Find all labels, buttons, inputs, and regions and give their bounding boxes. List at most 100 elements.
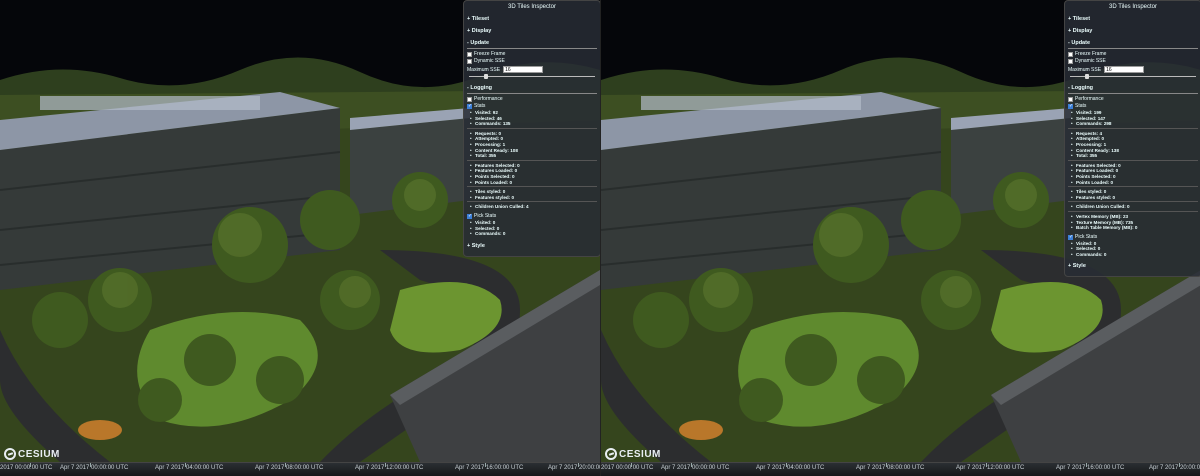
timeline-tick-mark bbox=[691, 463, 692, 467]
stat-item: Commands: 0 bbox=[1071, 252, 1198, 258]
performance-label: Performance bbox=[1075, 96, 1104, 102]
max-sse-slider[interactable] bbox=[469, 74, 595, 80]
timeline-tick-mark bbox=[786, 463, 787, 467]
timeline-tick-mark bbox=[30, 463, 31, 467]
freeze-frame-row[interactable]: Freeze Frame bbox=[467, 51, 597, 58]
freeze-frame-checkbox[interactable] bbox=[467, 52, 472, 57]
split-viewer: 3D Tiles Inspector + Tileset + Display -… bbox=[0, 0, 1200, 476]
performance-row[interactable]: Performance bbox=[467, 96, 597, 103]
section-display[interactable]: + Display bbox=[1068, 25, 1198, 37]
pick-stats-row[interactable]: Pick Stats bbox=[467, 213, 597, 220]
section-style[interactable]: + Style bbox=[1068, 260, 1198, 272]
stats-row[interactable]: Stats bbox=[467, 103, 597, 110]
timeline-tick-label: Apr 7 2017 16:00:00 UTC bbox=[455, 465, 524, 471]
dynamic-sse-label: Dynamic SSE bbox=[1075, 58, 1106, 64]
stats-list: Visited: 92Selected: 46Commands: 135 Requ… bbox=[467, 110, 597, 211]
timeline-tick-label: 2017 00:00:00 UTC bbox=[0, 465, 53, 471]
stat-item: Children Union Culled: 4 bbox=[470, 204, 597, 210]
stats-label: Stats bbox=[474, 103, 486, 109]
max-sse-slider[interactable] bbox=[1070, 74, 1196, 80]
slider-knob[interactable] bbox=[484, 74, 489, 79]
dynamic-sse-row[interactable]: Dynamic SSE bbox=[1068, 58, 1198, 65]
stat-item: Commands: 298 bbox=[1071, 121, 1198, 127]
stats-group: Vertex Memory (MB): 23Texture Memory (MB… bbox=[1068, 214, 1198, 232]
freeze-frame-checkbox[interactable] bbox=[1068, 52, 1073, 57]
max-sse-row: Maximum SSE bbox=[467, 66, 597, 73]
timeline-tick-mark bbox=[1086, 463, 1087, 467]
section-update[interactable]: - Update bbox=[1068, 37, 1198, 49]
timeline-tick-mark bbox=[986, 463, 987, 467]
section-logging[interactable]: - Logging bbox=[467, 82, 597, 94]
performance-row[interactable]: Performance bbox=[1068, 96, 1198, 103]
stats-group: Children Union Culled: 4 bbox=[467, 204, 597, 211]
stats-row[interactable]: Stats bbox=[1068, 103, 1198, 110]
stats-group: Tiles styled: 0Features styled: 0 bbox=[467, 189, 597, 203]
cesium-logo-text: CESIUM bbox=[18, 448, 60, 460]
freeze-frame-row[interactable]: Freeze Frame bbox=[1068, 51, 1198, 58]
slider-knob[interactable] bbox=[1085, 74, 1090, 79]
timeline[interactable]: 2017 00:00:00 UTC Apr 7 2017 00:00:00 UTC… bbox=[601, 462, 1200, 476]
timeline-tick-label: Apr 7 2017 04:00:00 UTC bbox=[756, 465, 825, 471]
timeline-tick-label: Apr 7 2017 08:00:00 UTC bbox=[856, 465, 925, 471]
max-sse-row: Maximum SSE bbox=[1068, 66, 1198, 73]
timeline-tick-label: Apr 7 2017 04:00:00 UTC bbox=[155, 465, 224, 471]
timeline-tick-label: 2017 00:00:00 UTC bbox=[601, 465, 654, 471]
max-sse-input[interactable] bbox=[1104, 66, 1145, 73]
viewer-left[interactable]: 3D Tiles Inspector + Tileset + Display -… bbox=[0, 0, 600, 476]
cesium-logo[interactable]: CESIUM bbox=[605, 448, 661, 460]
performance-checkbox[interactable] bbox=[1068, 97, 1073, 102]
timeline-tick-mark bbox=[631, 463, 632, 467]
cesium-logo-text: CESIUM bbox=[619, 448, 661, 460]
section-update[interactable]: - Update bbox=[467, 37, 597, 49]
performance-label: Performance bbox=[474, 96, 503, 102]
dynamic-sse-checkbox[interactable] bbox=[1068, 59, 1073, 64]
pick-stats-label: Pick Stats bbox=[474, 212, 497, 219]
stats-group: Tiles styled: 0Features styled: 0 bbox=[1068, 189, 1198, 203]
dynamic-sse-label: Dynamic SSE bbox=[474, 58, 505, 64]
section-tileset[interactable]: + Tileset bbox=[1068, 13, 1198, 25]
stat-item: Features styled: 0 bbox=[470, 195, 597, 201]
timeline-tick-mark bbox=[1179, 463, 1180, 467]
timeline-tick-mark bbox=[578, 463, 579, 467]
pick-stats-label: Pick Stats bbox=[1075, 233, 1098, 240]
section-tileset[interactable]: + Tileset bbox=[467, 13, 597, 25]
stats-group: Visited: 92Selected: 46Commands: 135 bbox=[467, 110, 597, 129]
timeline-tick-mark bbox=[90, 463, 91, 467]
pick-stats-checkbox[interactable] bbox=[1068, 234, 1073, 241]
pick-stats-row[interactable]: Pick Stats bbox=[1068, 234, 1198, 241]
performance-checkbox[interactable] bbox=[467, 97, 472, 102]
max-sse-label: Maximum SSE bbox=[467, 66, 501, 73]
stats-checkbox[interactable] bbox=[467, 103, 472, 110]
timeline-tick-label: Apr 7 2017 20:00:00 bbox=[1149, 465, 1200, 471]
stats-label: Stats bbox=[1075, 103, 1087, 109]
inspector-title: 3D Tiles Inspector bbox=[507, 4, 557, 10]
dynamic-sse-checkbox[interactable] bbox=[467, 59, 472, 64]
stats-checkbox[interactable] bbox=[1068, 103, 1073, 110]
cesium-logo[interactable]: CESIUM bbox=[4, 448, 60, 460]
inspector-title: 3D Tiles Inspector bbox=[1108, 4, 1158, 10]
timeline-tick-label: Apr 7 2017 00:00:00 UTC bbox=[661, 465, 730, 471]
stats-group: Children Union Culled: 0 bbox=[1068, 204, 1198, 212]
timeline-tick-mark bbox=[285, 463, 286, 467]
section-style[interactable]: + Style bbox=[467, 240, 597, 252]
max-sse-input[interactable] bbox=[503, 66, 544, 73]
section-logging[interactable]: - Logging bbox=[1068, 82, 1198, 94]
stat-item: Total: 355 bbox=[470, 153, 597, 159]
timeline[interactable]: 2017 00:00:00 UTC Apr 7 2017 00:00:00 UTC… bbox=[0, 462, 600, 476]
pick-stats-checkbox[interactable] bbox=[467, 213, 472, 220]
stat-item: Features styled: 0 bbox=[1071, 195, 1198, 201]
stats-group: Requests: 4Attempted: 0Processing: 1Cont… bbox=[1068, 131, 1198, 161]
timeline-tick-label: Apr 7 2017 16:00:00 UTC bbox=[1056, 465, 1125, 471]
viewer-right[interactable]: 3D Tiles Inspector + Tileset + Display -… bbox=[600, 0, 1200, 476]
timeline-tick-label: Apr 7 2017 12:00:00 UTC bbox=[956, 465, 1025, 471]
timeline-tick-mark bbox=[485, 463, 486, 467]
stat-item: Commands: 0 bbox=[470, 231, 597, 237]
stats-list: Visited: 199Selected: 147Commands: 298 Re… bbox=[1068, 110, 1198, 232]
timeline-tick-label: Apr 7 2017 12:00:00 UTC bbox=[355, 465, 424, 471]
stats-group: Visited: 0Selected: 0Commands: 0 bbox=[467, 220, 597, 238]
pick-stats-list: Visited: 0Selected: 0Commands: 0 bbox=[1068, 241, 1198, 259]
pick-stats-list: Visited: 0Selected: 0Commands: 0 bbox=[467, 220, 597, 238]
dynamic-sse-row[interactable]: Dynamic SSE bbox=[467, 58, 597, 65]
section-display[interactable]: + Display bbox=[467, 25, 597, 37]
stats-group: Features Selected: 0Features Loaded: 0Po… bbox=[467, 163, 597, 188]
